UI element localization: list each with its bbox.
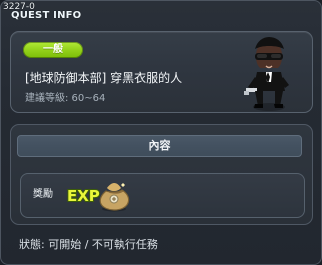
reward-label: 獎勵 [33,189,53,200]
content-section-header: 內容 [17,135,302,157]
quest-title: [地球防御本部] 穿黑衣服的人 [25,71,183,85]
man-in-black-npc-icon [244,37,289,111]
quest-status-text: 狀態: 可開始 / 不可執行任務 [19,238,158,251]
quest-category-badge: 一般 [23,42,83,58]
quest-info-window: 3227-0 QUEST INFO 一般 [地球防御本部] 穿黑衣服的人 建議等… [0,0,322,265]
quest-summary-card: 一般 [地球防御本部] 穿黑衣服的人 建議等級: 60~64 [10,31,313,113]
recommended-level: 建議等級: 60~64 [25,93,106,104]
quest-content-panel: 內容 獎勵 EXP [10,124,313,225]
reward-row: 獎勵 EXP [20,173,305,218]
window-title: QUEST INFO [11,10,82,21]
meso-bag-icon [99,183,130,212]
exp-text: EXP [67,187,100,205]
